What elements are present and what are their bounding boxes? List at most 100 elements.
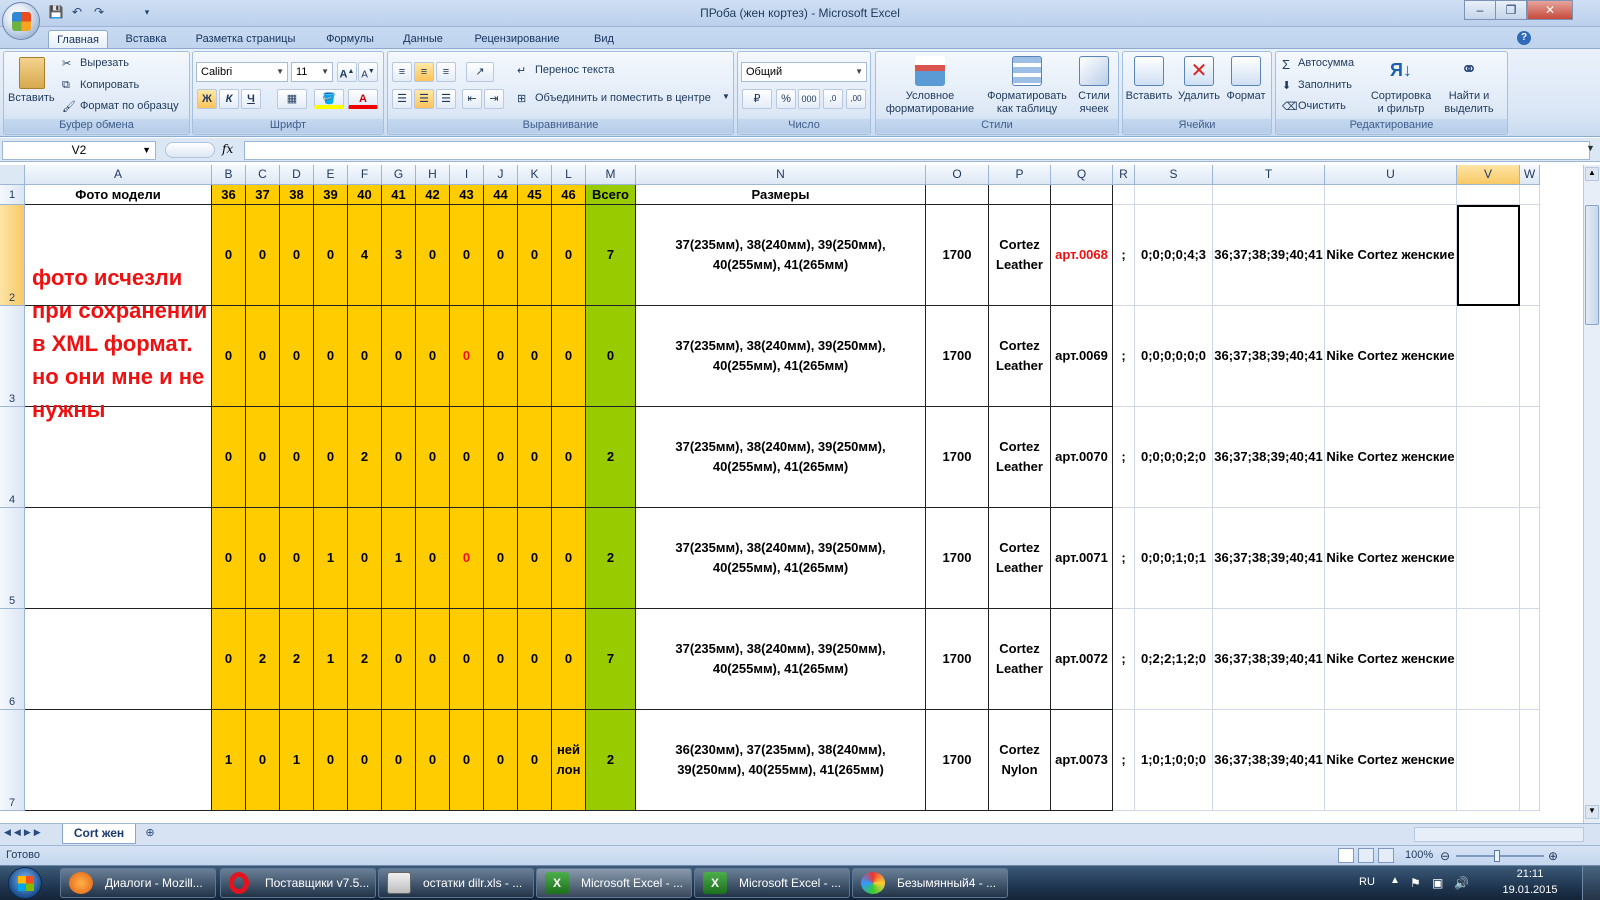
separator-cell[interactable]: ;: [1113, 306, 1135, 407]
tab-formulas[interactable]: Формулы: [318, 30, 382, 49]
size-qty-cell[interactable]: 0: [518, 508, 552, 609]
cell-w7[interactable]: [1520, 710, 1540, 811]
size-qty-cell[interactable]: 0: [382, 306, 416, 407]
size-qty-cell[interactable]: 0: [246, 407, 280, 508]
column-header-t[interactable]: T: [1213, 165, 1325, 185]
size-list-cell[interactable]: 36;37;38;39;40;41: [1213, 609, 1325, 710]
size-qty-cell[interactable]: 0: [416, 710, 450, 811]
size-qty-cell[interactable]: 0: [246, 508, 280, 609]
find-select-button[interactable]: ⚭ Найти и выделить: [1436, 54, 1502, 118]
separator-cell[interactable]: ;: [1113, 205, 1135, 306]
formula-input[interactable]: [244, 141, 1590, 160]
thousands-icon[interactable]: 000: [798, 89, 820, 109]
size-list-cell[interactable]: 36;37;38;39;40;41: [1213, 205, 1325, 306]
delete-cells-button[interactable]: ✕ Удалить: [1175, 54, 1223, 118]
show-desktop-button[interactable]: [1582, 866, 1600, 900]
size-qty-cell[interactable]: 0: [212, 306, 246, 407]
size-qty-cell[interactable]: 0: [518, 205, 552, 306]
format-as-table-button[interactable]: Форматировать как таблицу: [984, 54, 1070, 118]
photo-cell[interactable]: [25, 710, 212, 811]
expand-formula-icon[interactable]: ▼: [1586, 143, 1595, 153]
size-qty-cell[interactable]: 0: [314, 710, 348, 811]
align-bottom-icon[interactable]: ≡: [436, 62, 456, 82]
header-cell-a[interactable]: Фото модели: [25, 185, 212, 205]
column-header-j[interactable]: J: [484, 165, 518, 185]
qty-list-cell[interactable]: 0;0;0;0;0;0: [1135, 306, 1213, 407]
borders-icon[interactable]: ▦: [277, 89, 307, 109]
cell-w5[interactable]: [1520, 508, 1540, 609]
format-cells-button[interactable]: Формат: [1222, 54, 1270, 118]
align-center-icon[interactable]: ☰: [414, 89, 434, 109]
column-header-a[interactable]: A: [25, 165, 212, 185]
cell-w4[interactable]: [1520, 407, 1540, 508]
size-qty-cell[interactable]: 0: [246, 205, 280, 306]
fill-button[interactable]: Заполнить: [1298, 79, 1352, 91]
size-qty-cell[interactable]: 2: [348, 407, 382, 508]
conditional-format-button[interactable]: Условное форматирование: [880, 54, 980, 118]
size-qty-cell[interactable]: 0: [552, 407, 586, 508]
size-qty-cell[interactable]: ней лон: [552, 710, 586, 811]
empty-cell[interactable]: [1113, 185, 1135, 205]
article-cell[interactable]: арт.0069: [1051, 306, 1113, 407]
size-qty-cell[interactable]: 0: [314, 205, 348, 306]
office-button[interactable]: [2, 2, 40, 40]
align-top-icon[interactable]: ≡: [392, 62, 412, 82]
size-qty-cell[interactable]: 0: [382, 710, 416, 811]
align-right-icon[interactable]: ☰: [436, 89, 456, 109]
column-header-h[interactable]: H: [416, 165, 450, 185]
decrease-indent-icon[interactable]: ⇤: [462, 89, 482, 109]
size-list-cell[interactable]: 36;37;38;39;40;41: [1213, 508, 1325, 609]
size-qty-cell[interactable]: 0: [450, 609, 484, 710]
total-cell[interactable]: 0: [586, 306, 636, 407]
scroll-up-icon[interactable]: ▲: [1585, 167, 1599, 181]
font-color-icon[interactable]: A: [348, 89, 378, 109]
clear-button[interactable]: Очистить: [1298, 100, 1346, 112]
empty-cell[interactable]: [1213, 185, 1325, 205]
copy-button[interactable]: Копировать: [80, 79, 139, 91]
name-cell[interactable]: Nike Cortez женские: [1325, 306, 1457, 407]
size-qty-cell[interactable]: 0: [552, 609, 586, 710]
column-header-b[interactable]: B: [212, 165, 246, 185]
taskbar-item-excel-1[interactable]: X Microsoft Excel - ...: [536, 868, 692, 898]
size-qty-cell[interactable]: 0: [484, 306, 518, 407]
insert-function-button[interactable]: fx: [222, 142, 233, 156]
header-size-cell[interactable]: 43: [450, 185, 484, 205]
article-cell[interactable]: арт.0071: [1051, 508, 1113, 609]
header-size-cell[interactable]: 36: [212, 185, 246, 205]
select-all-corner[interactable]: [0, 165, 25, 185]
model-cell[interactable]: Cortez Nylon: [989, 710, 1051, 811]
row-header-7[interactable]: 7: [0, 710, 25, 811]
scroll-down-icon[interactable]: ▼: [1585, 805, 1599, 819]
font-size-select[interactable]: 11 ▼: [291, 62, 333, 82]
header-empty-cell[interactable]: [1051, 185, 1113, 205]
row-header-2[interactable]: 2: [0, 205, 25, 306]
sheet-nav-arrows-icon[interactable]: ◀◀▶▶: [4, 827, 44, 838]
size-list-cell[interactable]: 36;37;38;39;40;41: [1213, 710, 1325, 811]
photo-cell[interactable]: [25, 508, 212, 609]
size-qty-cell[interactable]: 0: [280, 508, 314, 609]
qty-list-cell[interactable]: 0;0;0;0;4;3: [1135, 205, 1213, 306]
size-qty-cell[interactable]: 0: [416, 306, 450, 407]
number-format-select[interactable]: Общий ▼: [741, 62, 867, 82]
empty-cell[interactable]: [1457, 185, 1520, 205]
close-button[interactable]: ✕: [1527, 0, 1573, 20]
separator-cell[interactable]: ;: [1113, 710, 1135, 811]
empty-cell[interactable]: [1325, 185, 1457, 205]
size-qty-cell[interactable]: 4: [348, 205, 382, 306]
zoom-in-icon[interactable]: ⊕: [1548, 849, 1558, 863]
spreadsheet-grid[interactable]: ABCDEFGHIJKLMNOPQRSTUVW 1 Фото модели 36 37…: [0, 165, 1583, 823]
increase-decimal-icon[interactable]: ,0: [823, 89, 843, 109]
insert-sheet-icon[interactable]: ⊕: [140, 826, 160, 842]
minimize-button[interactable]: –: [1464, 0, 1496, 20]
empty-cell[interactable]: [1520, 185, 1540, 205]
column-header-o[interactable]: O: [926, 165, 989, 185]
maximize-button[interactable]: ❐: [1495, 0, 1527, 20]
tab-home[interactable]: Главная: [48, 30, 108, 49]
size-qty-cell[interactable]: 0: [552, 205, 586, 306]
model-cell[interactable]: Cortez Leather: [989, 407, 1051, 508]
size-qty-cell[interactable]: 0: [382, 609, 416, 710]
model-cell[interactable]: Cortez Leather: [989, 508, 1051, 609]
size-qty-cell[interactable]: 0: [552, 508, 586, 609]
tray-expand-icon[interactable]: ▲: [1390, 875, 1400, 886]
header-size-cell[interactable]: 46: [552, 185, 586, 205]
